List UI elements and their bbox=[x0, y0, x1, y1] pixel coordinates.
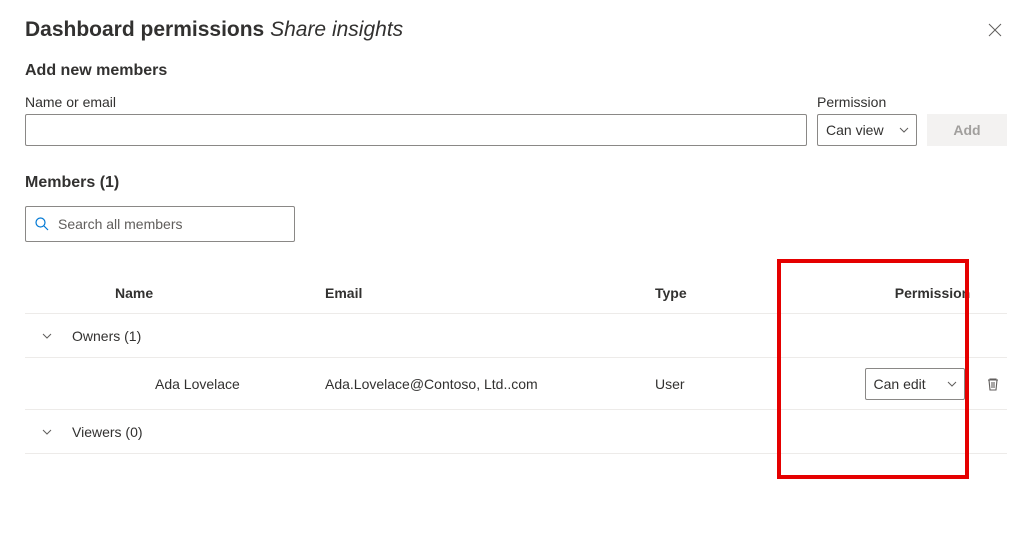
dialog-title: Dashboard permissions Share insights bbox=[25, 18, 403, 42]
member-type: User bbox=[655, 376, 845, 392]
close-button[interactable] bbox=[983, 18, 1007, 42]
row-permission-value: Can edit bbox=[874, 376, 926, 392]
name-or-email-input[interactable] bbox=[25, 114, 807, 146]
search-members-box[interactable] bbox=[25, 206, 295, 242]
group-viewers-label: Viewers (0) bbox=[72, 424, 143, 440]
row-permission-dropdown[interactable]: Can edit bbox=[865, 368, 965, 400]
permission-dropdown-value: Can view bbox=[826, 122, 884, 138]
member-email: Ada.Lovelace@Contoso, Ltd..com bbox=[325, 376, 655, 392]
chevron-down-icon bbox=[898, 124, 910, 136]
add-members-heading: Add new members bbox=[25, 62, 1007, 80]
col-email: Email bbox=[325, 285, 655, 301]
group-row-owners[interactable]: Owners (1) bbox=[25, 314, 1007, 358]
members-table-header: Name Email Type Permission bbox=[25, 272, 1007, 314]
dialog-title-italic: Share insights bbox=[270, 18, 403, 41]
group-owners-label: Owners (1) bbox=[72, 328, 141, 344]
add-button-label: Add bbox=[953, 122, 980, 138]
permission-dropdown[interactable]: Can view bbox=[817, 114, 917, 146]
chevron-down-icon bbox=[946, 378, 958, 390]
group-row-viewers[interactable]: Viewers (0) bbox=[25, 410, 1007, 454]
chevron-down-icon[interactable] bbox=[40, 425, 54, 439]
dialog-title-prefix: Dashboard permissions bbox=[25, 18, 270, 41]
add-button[interactable]: Add bbox=[927, 114, 1007, 146]
permission-label: Permission bbox=[817, 94, 917, 110]
chevron-down-icon[interactable] bbox=[40, 329, 54, 343]
trash-icon bbox=[985, 376, 1001, 392]
search-icon bbox=[34, 216, 50, 232]
col-name: Name bbox=[115, 285, 325, 301]
search-members-input[interactable] bbox=[58, 216, 286, 232]
close-icon bbox=[987, 22, 1003, 38]
members-heading: Members (1) bbox=[25, 174, 1007, 192]
member-name: Ada Lovelace bbox=[115, 376, 325, 392]
col-type: Type bbox=[655, 285, 845, 301]
col-permission: Permission bbox=[845, 285, 1020, 301]
table-row: Ada Lovelace Ada.Lovelace@Contoso, Ltd..… bbox=[25, 358, 1007, 410]
name-or-email-label: Name or email bbox=[25, 94, 807, 110]
delete-member-button[interactable] bbox=[985, 376, 1001, 392]
